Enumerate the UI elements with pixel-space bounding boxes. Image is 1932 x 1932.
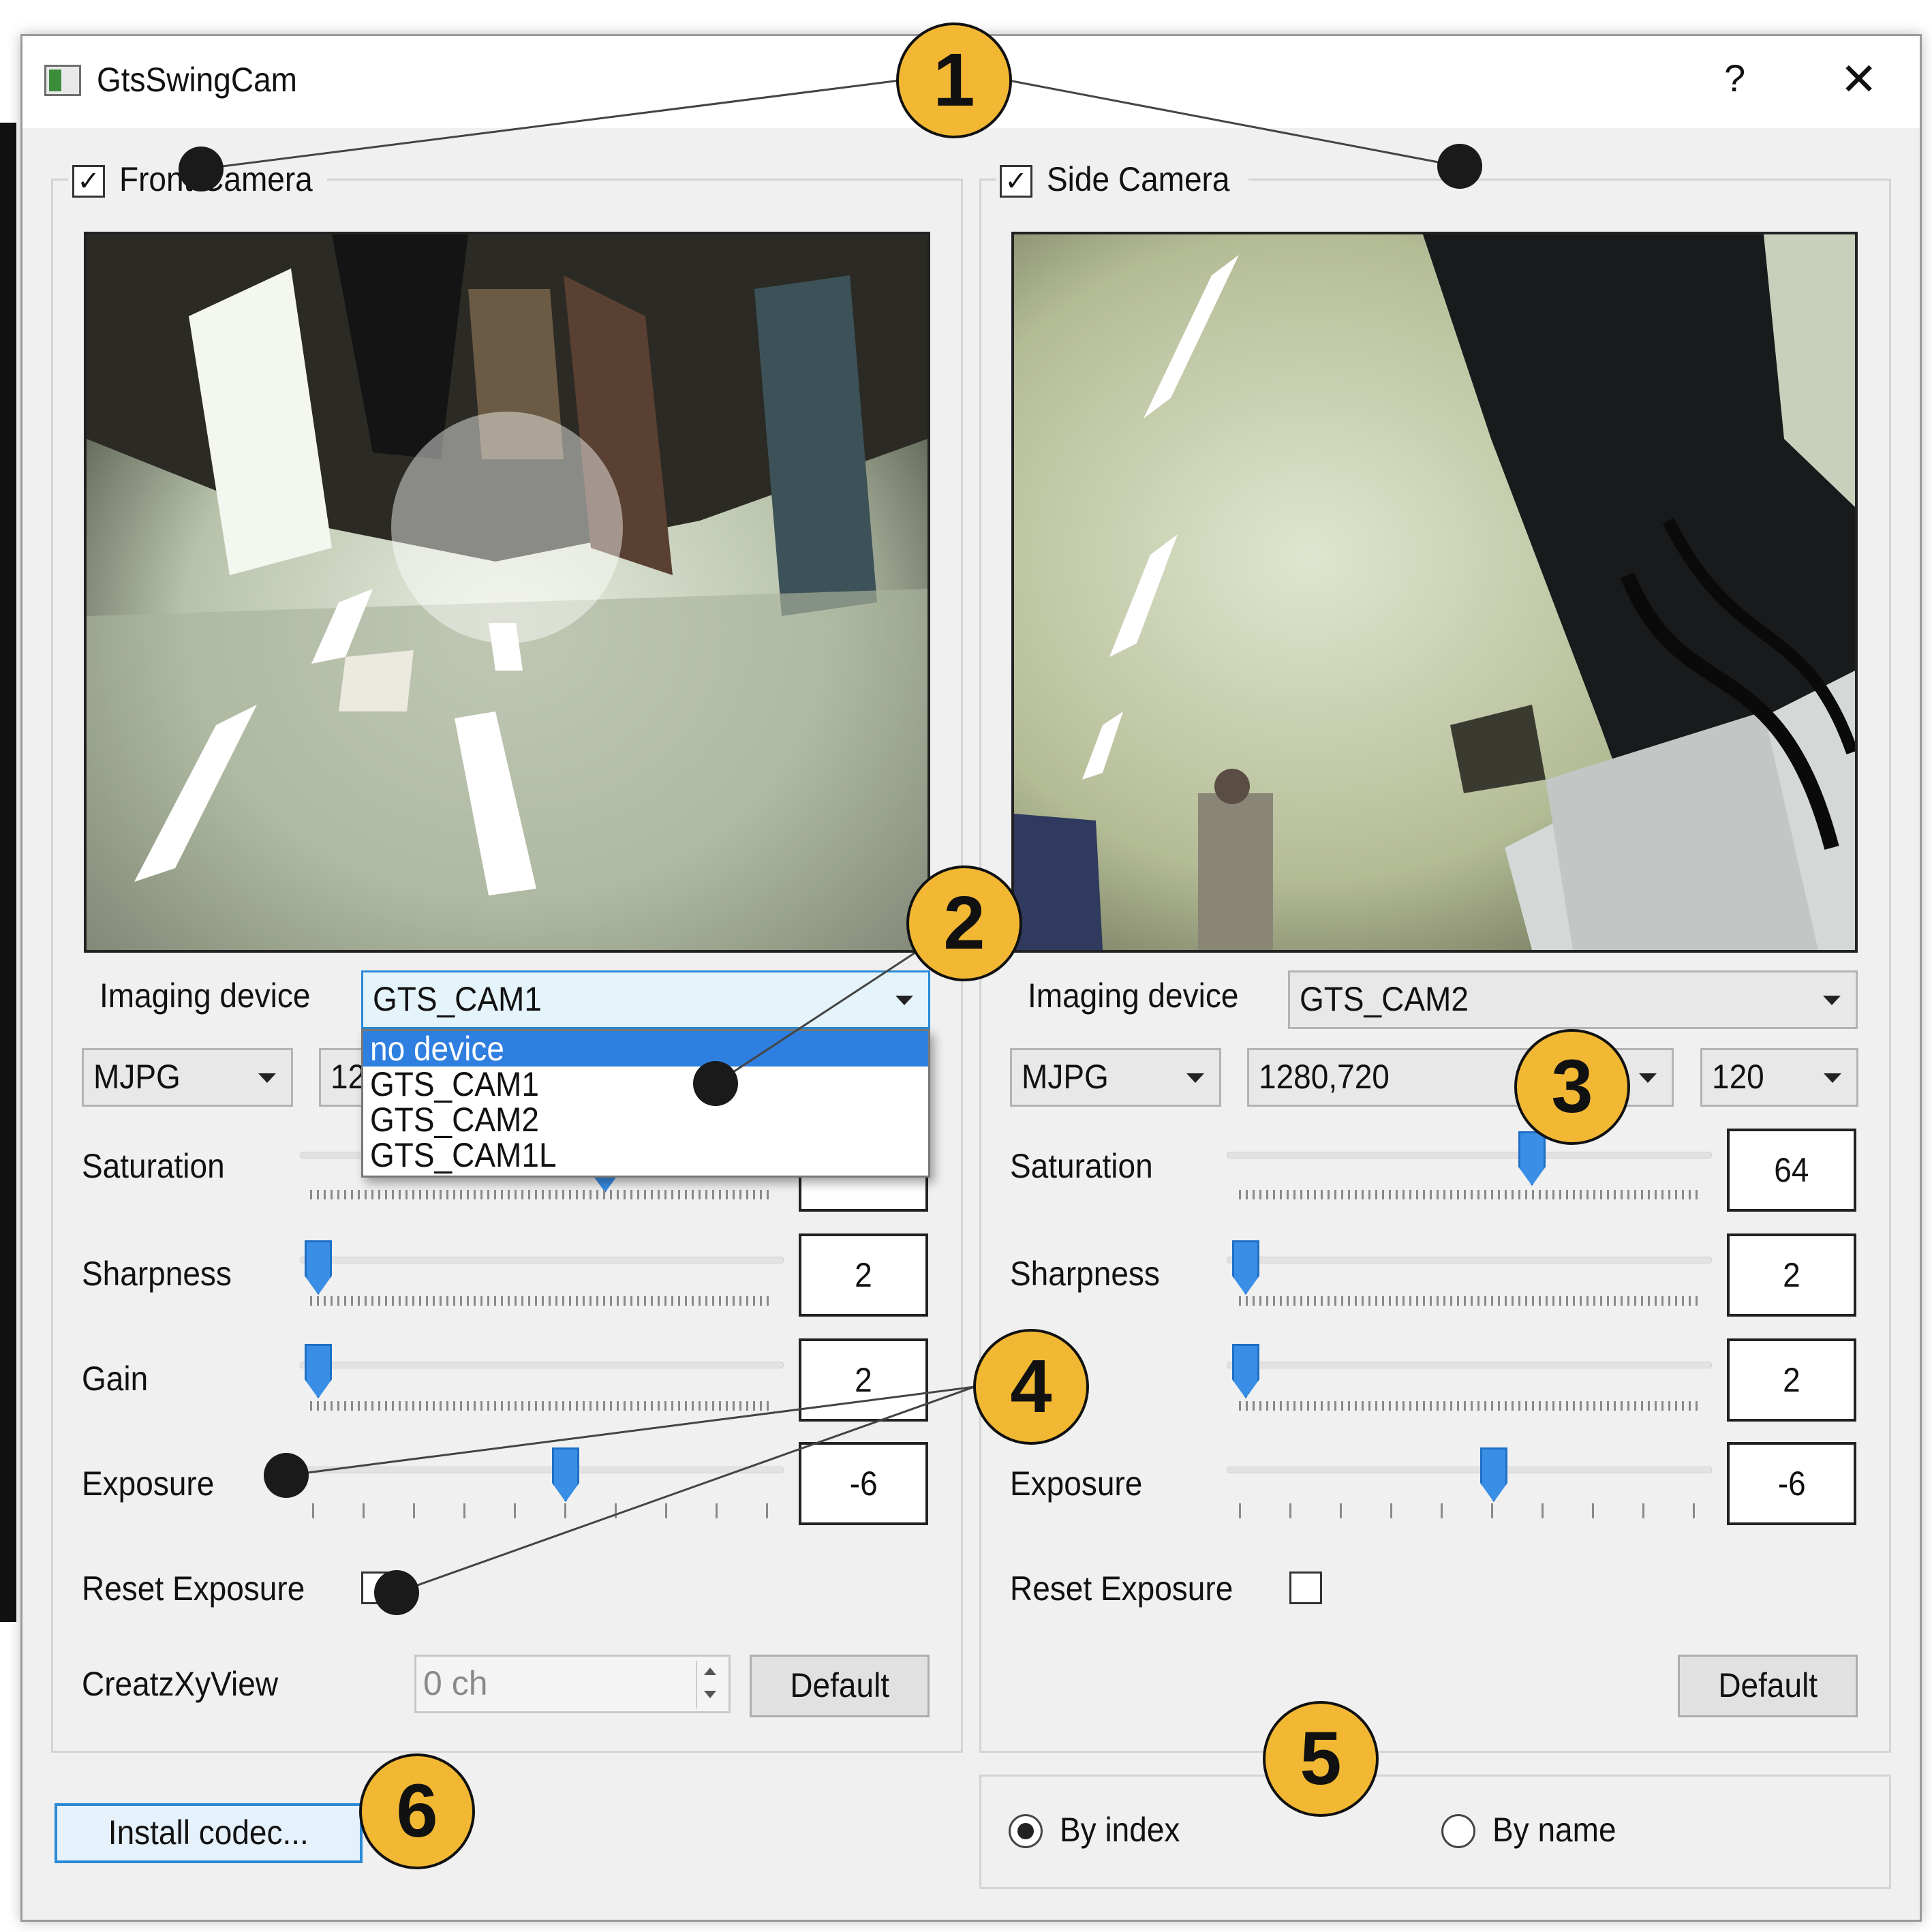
annotation-badge-2: 2 [906, 865, 1022, 981]
annotation-dot-exposure [264, 1453, 309, 1498]
annotation-dot-side-camera [1437, 144, 1482, 189]
annotation-badge-4: 4 [973, 1329, 1089, 1445]
annotation-dot-reset-exposure [374, 1570, 419, 1615]
annotation-dot-device-list [693, 1061, 738, 1106]
annotation-badge-6: 6 [359, 1753, 475, 1869]
annotation-badge-1: 1 [896, 22, 1012, 138]
annotation-dot-front-camera [179, 147, 224, 191]
annotation-badge-5: 5 [1263, 1701, 1379, 1817]
annotation-badge-3: 3 [1514, 1029, 1630, 1145]
